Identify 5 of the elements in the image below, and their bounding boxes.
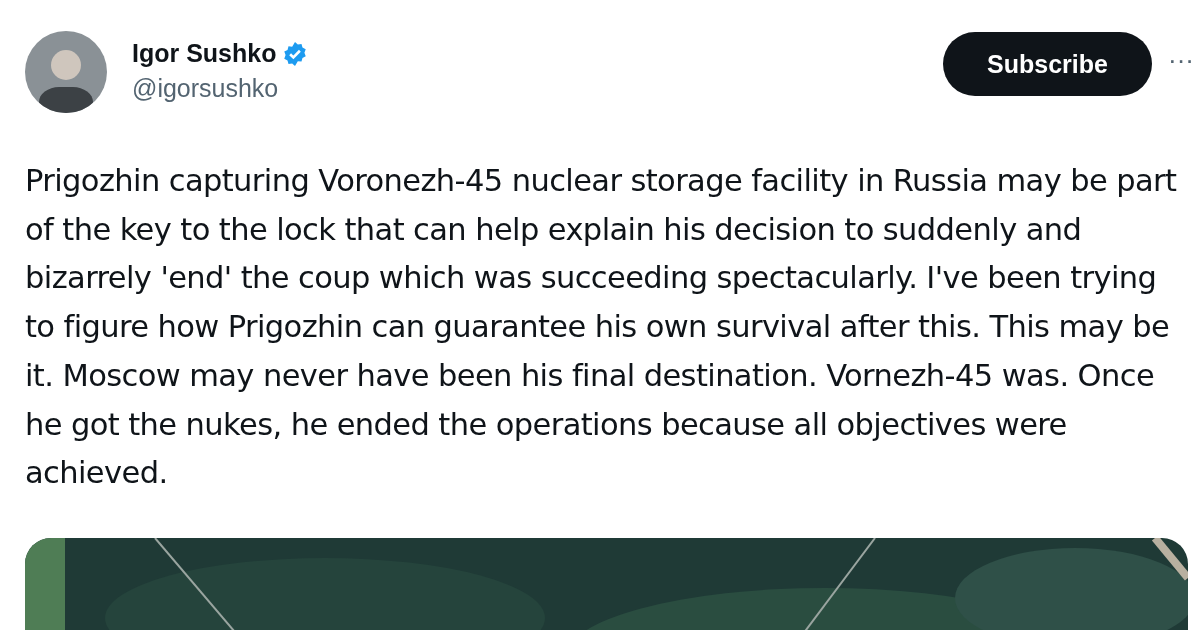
subscribe-button[interactable]: Subscribe — [943, 32, 1152, 96]
author-name[interactable]: Igor Sushko — [132, 39, 277, 68]
author-handle[interactable]: @igorsushko — [132, 74, 943, 103]
more-button[interactable]: ··· — [1162, 45, 1200, 76]
tweet-text: Prigozhin capturing Voronezh-45 nuclear storage facility in Russia may be part of the key to the lock that can help explain his decision to suddenly and bizarrely 'end' the coup which was succeeding spectacularly. I've been trying to figure how Prigozhin can guarantee his own survival after this. This may be it. Moscow may never have been his final destination. Vornezh-45 was. Once he got the nukes, he ended the operations because all objectives were achieved. — [25, 162, 1178, 493]
